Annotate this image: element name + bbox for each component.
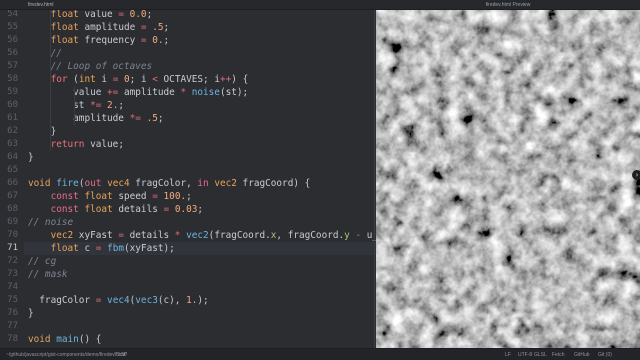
code-line[interactable]: void fire(out vec4 fragColor, in vec2 fr… (28, 177, 310, 190)
line-number: 70 (7, 230, 18, 240)
cursor-position[interactable]: 71:30 (114, 352, 127, 358)
line-number: 75 (7, 295, 18, 305)
code-line[interactable]: } (28, 151, 34, 164)
code-line[interactable]: st *= 2.; (28, 99, 124, 112)
line-number: 62 (7, 126, 18, 136)
line-ending[interactable]: LF (505, 352, 511, 358)
line-number: 65 (7, 165, 18, 175)
code-line[interactable]: // Loop of octaves (28, 60, 153, 73)
line-number-gutter: 54 55 56 56 57 58 59 60 61 62 63 64 65 66 67 68 69 70 71 72… (0, 10, 24, 348)
line-number: 56 (7, 35, 18, 45)
line-number: 64 (7, 152, 18, 162)
code-line[interactable]: } (28, 307, 34, 320)
line-number: 74 (7, 282, 18, 292)
indent-guide (74, 86, 75, 125)
editor-tab[interactable]: firedev.html (28, 2, 53, 8)
git-button[interactable]: Git (0) (598, 352, 612, 358)
line-number: 61 (7, 113, 18, 123)
line-number: 76 (7, 308, 18, 318)
line-number: 72 (7, 256, 18, 266)
editor-tab-bar: firedev.html (0, 0, 376, 10)
line-number: 58 (7, 74, 18, 84)
code-line[interactable]: amplitude *= .5; (28, 112, 163, 125)
wrap-guide (374, 10, 375, 348)
line-number: 56 (7, 48, 18, 58)
package-fetch[interactable]: Fetch (552, 352, 565, 358)
line-number: 60 (7, 100, 18, 110)
code-line[interactable]: value += amplitude * noise(st); (28, 86, 248, 99)
line-number: 78 (7, 334, 18, 344)
github-button[interactable]: GitHub (574, 352, 590, 358)
noise-render (376, 10, 640, 348)
line-number: 55 (7, 22, 18, 32)
code-line[interactable]: void main() { (28, 333, 101, 346)
code-line[interactable]: const float details = 0.03; (28, 203, 203, 216)
line-number: 67 (7, 191, 18, 201)
code-line[interactable]: return value; (28, 138, 124, 151)
grammar[interactable]: GLSL (534, 352, 547, 358)
line-number: 73 (7, 269, 18, 279)
line-number: 77 (7, 321, 18, 331)
line-number: 54 (7, 10, 18, 19)
code-line[interactable]: fragColor = vec4(vec3(c), 1.); (28, 294, 208, 307)
code-line[interactable]: // noise (28, 216, 73, 229)
line-number: 57 (7, 61, 18, 71)
code-line[interactable]: const float speed = 100.; (28, 190, 192, 203)
collapse-preview-icon[interactable]: › (632, 170, 640, 180)
code-line[interactable]: vec2 xyFast = details * vec2(fragCoord.x… (28, 229, 376, 242)
status-bar: ~/github/javascript/gist-components/demo… (0, 348, 640, 360)
line-number: 59 (7, 87, 18, 97)
code-line[interactable]: // cg (28, 255, 56, 268)
line-number: 71 (7, 243, 18, 253)
code-editor[interactable]: 54 55 56 56 57 58 59 60 61 62 63 64 65 66 67 68 69 70 71 72… (0, 10, 376, 348)
line-number: 69 (7, 217, 18, 227)
line-number: 68 (7, 204, 18, 214)
code-line[interactable]: // mask (28, 268, 68, 281)
shader-preview-pane (376, 10, 640, 348)
code-line-active[interactable]: float c = fbm(xyFast); (24, 242, 376, 255)
encoding[interactable]: UTF-8 (518, 352, 532, 358)
preview-tab-bar[interactable]: firedev.html Preview (376, 0, 640, 10)
file-path[interactable]: ~/github/javascript/gist-components/demo… (6, 352, 127, 358)
code-line[interactable]: } (28, 125, 57, 138)
indent-guide (50, 10, 51, 151)
line-number: 66 (7, 178, 18, 188)
code-line[interactable]: // (28, 47, 62, 60)
code-line[interactable]: float value = 0.0; (28, 10, 153, 21)
line-number: 63 (7, 139, 18, 149)
code-line[interactable]: for (int i = 0; i < OCTAVES; i++) { (28, 73, 249, 86)
